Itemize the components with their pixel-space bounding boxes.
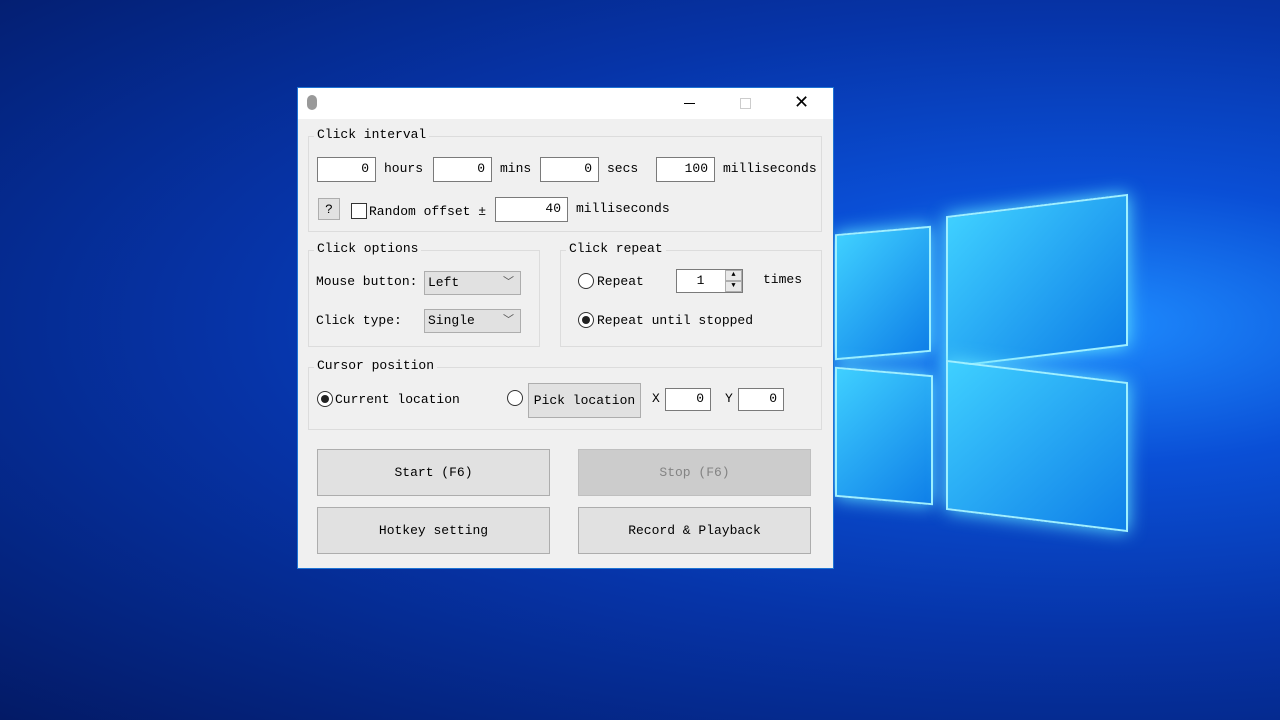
repeat-radio[interactable] (578, 273, 594, 289)
wallpaper-logo-pane (946, 359, 1128, 533)
click-repeat-legend: Click repeat (566, 242, 666, 256)
milliseconds-input[interactable]: 100 (656, 157, 715, 182)
current-location-radio[interactable] (317, 391, 333, 407)
record-playback-button[interactable]: Record & Playback (578, 507, 811, 554)
wallpaper-logo-pane (946, 193, 1128, 369)
hotkey-setting-button[interactable]: Hotkey setting (317, 507, 550, 554)
wallpaper-logo-pane (835, 225, 931, 361)
minimize-icon[interactable] (684, 103, 695, 104)
start-button[interactable]: Start (F6) (317, 449, 550, 496)
mouse-button-select[interactable]: Left ﹀ (424, 271, 521, 295)
secs-input[interactable]: 0 (540, 157, 599, 182)
mouse-button-label: Mouse button: (316, 274, 418, 289)
y-label: Y (725, 391, 733, 406)
chevron-down-icon: ﹀ (503, 277, 514, 289)
hours-label: hours (384, 161, 424, 176)
hours-input[interactable]: 0 (317, 157, 376, 182)
y-input[interactable]: 0 (738, 388, 784, 411)
spinner-up-button[interactable]: ▲ (725, 270, 742, 281)
mouse-icon (307, 95, 317, 110)
click-type-label: Click type: (316, 313, 402, 328)
pick-location-radio[interactable] (507, 390, 523, 406)
random-offset-input[interactable]: 40 (495, 197, 568, 222)
stop-button[interactable]: Stop (F6) (578, 449, 811, 496)
repeat-until-stopped-radio[interactable] (578, 312, 594, 328)
spinner-down-button[interactable]: ▼ (725, 281, 742, 292)
current-location-label: Current location (335, 392, 460, 407)
click-interval-legend: Click interval (314, 128, 430, 142)
x-label: X (652, 391, 660, 406)
click-options-legend: Click options (314, 242, 422, 256)
times-label: times (763, 272, 803, 287)
click-type-select[interactable]: Single ﹀ (424, 309, 521, 333)
secs-label: secs (607, 161, 639, 176)
click-type-value: Single (428, 313, 475, 328)
click-repeat-group (560, 250, 822, 347)
help-button[interactable]: ? (318, 198, 340, 220)
cursor-position-legend: Cursor position (314, 359, 438, 373)
close-icon[interactable]: ✕ (794, 92, 809, 113)
mouse-button-value: Left (428, 275, 460, 290)
repeat-until-stopped-label: Repeat until stopped (597, 313, 754, 328)
milliseconds-label: milliseconds (723, 161, 817, 176)
x-input[interactable]: 0 (665, 388, 711, 411)
chevron-down-icon: ﹀ (503, 315, 514, 327)
wallpaper-logo-pane (835, 366, 933, 506)
random-offset-label: Random offset ± (369, 204, 487, 219)
mins-input[interactable]: 0 (433, 157, 492, 182)
offset-milliseconds-label: milliseconds (576, 201, 670, 216)
maximize-icon[interactable] (740, 98, 751, 109)
title-bar: ✕ (298, 88, 833, 119)
pick-location-button[interactable]: Pick location (528, 383, 641, 418)
mins-label: mins (500, 161, 532, 176)
random-offset-checkbox[interactable] (351, 203, 367, 219)
repeat-label: Repeat (597, 274, 644, 289)
